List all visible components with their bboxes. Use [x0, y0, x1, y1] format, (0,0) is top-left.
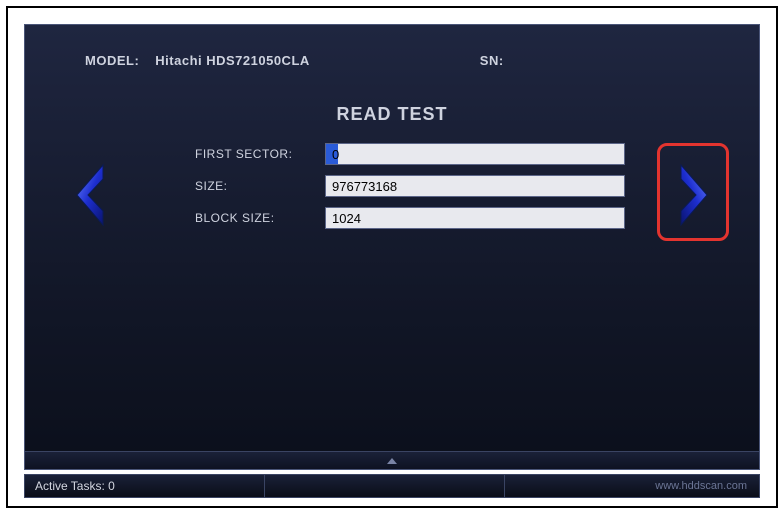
panel-resize-strip[interactable]	[25, 451, 759, 469]
device-header: MODEL: Hitachi HDS721050CLA SN:	[25, 25, 759, 78]
drag-handle-icon	[372, 457, 412, 465]
active-tasks-status: Active Tasks: 0	[25, 475, 265, 497]
previous-button[interactable]	[65, 155, 115, 235]
size-label: SIZE:	[195, 179, 325, 193]
page-title: READ TEST	[25, 104, 759, 125]
model-value: Hitachi HDS721050CLA	[155, 53, 310, 68]
block-size-label: BLOCK SIZE:	[195, 211, 325, 225]
first-sector-label: FIRST SECTOR:	[195, 147, 325, 161]
sn-label: SN:	[480, 53, 504, 68]
site-link[interactable]: www.hddscan.com	[643, 480, 759, 492]
status-bar: Active Tasks: 0 www.hddscan.com	[24, 474, 760, 498]
model-label: MODEL:	[85, 53, 139, 68]
next-button[interactable]	[669, 155, 719, 235]
block-size-input[interactable]	[325, 207, 625, 229]
status-cell-empty	[265, 475, 505, 497]
chevron-right-icon	[677, 163, 711, 227]
size-input[interactable]	[325, 175, 625, 197]
first-sector-input[interactable]	[325, 143, 625, 165]
read-test-form: FIRST SECTOR: SIZE: BLOCK SIZE:	[195, 143, 625, 229]
app-window: MODEL: Hitachi HDS721050CLA SN: READ TES…	[24, 24, 760, 470]
chevron-left-icon	[73, 163, 107, 227]
